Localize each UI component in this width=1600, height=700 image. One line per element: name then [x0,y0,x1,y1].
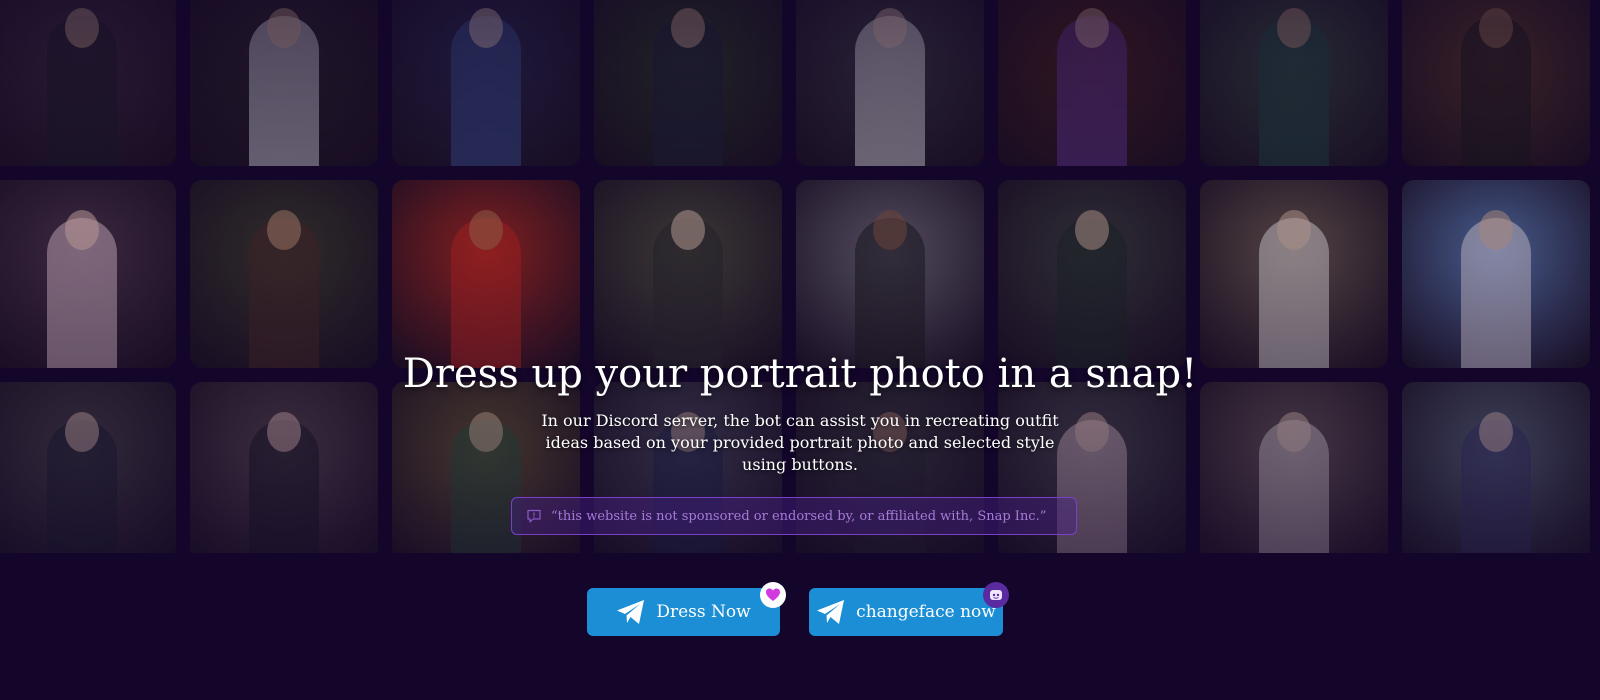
hero-section: Dress up your portrait photo in a snap! … [0,348,1600,476]
dress-now-button[interactable]: Dress Now [587,582,786,636]
chat-bubble-icon [526,508,542,524]
changeface-now-label: changeface now [856,602,996,622]
heart-icon [760,582,786,608]
changeface-now-button[interactable]: changeface now [809,582,1009,636]
hero-description: In our Discord server, the bot can assis… [541,411,1059,474]
face-icon [983,582,1009,608]
telegram-plane-icon [616,599,646,625]
telegram-plane-icon [816,599,846,625]
disclaimer-text: “this website is not sponsored or endors… [551,508,1047,524]
disclaimer-notice: “this website is not sponsored or endors… [511,497,1077,535]
page-title: Dress up your portrait photo in a snap! [402,351,1198,397]
dress-now-label: Dress Now [656,602,751,622]
